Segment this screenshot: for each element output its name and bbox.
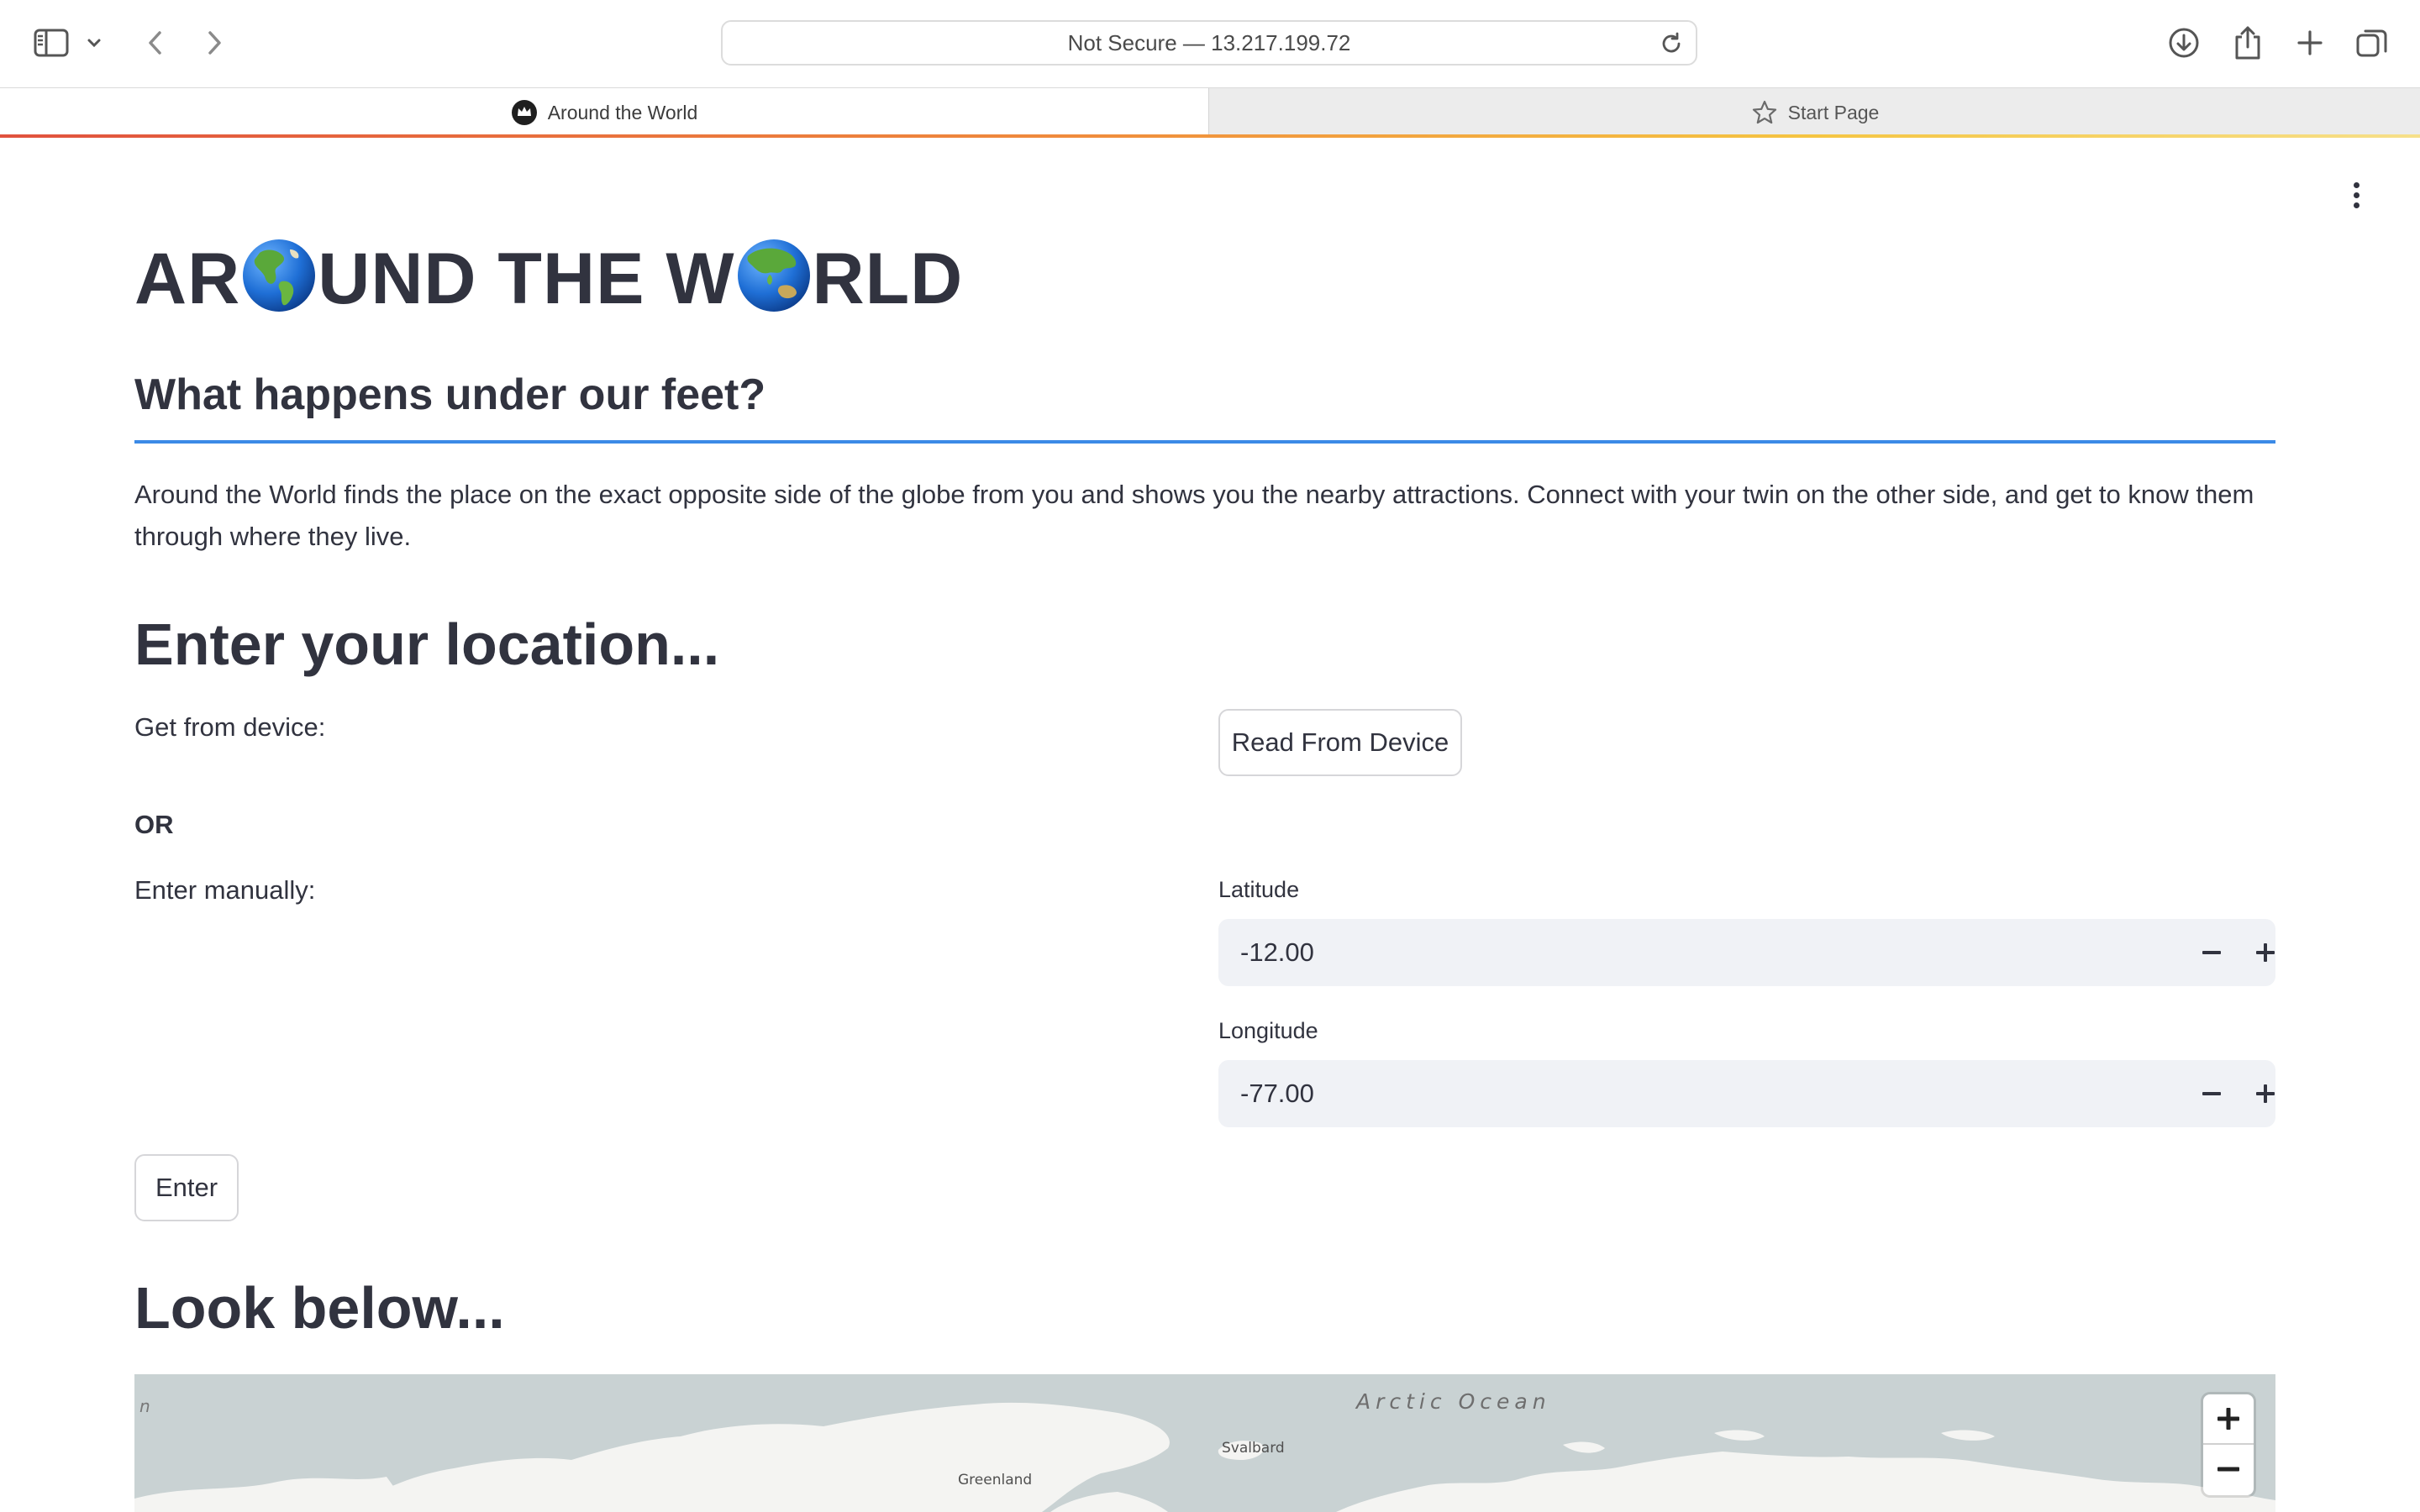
streamlit-crown-icon [511,99,538,126]
manual-label: Enter manually: [134,875,316,905]
download-icon[interactable] [2163,22,2205,64]
map-view[interactable]: n Arctic Ocean Svalbard Greenland [134,1374,2275,1512]
subtitle-divider [134,440,2275,444]
tab-gradient-rule [0,134,2420,138]
globe-asia-australia-icon [737,239,810,312]
address-bar[interactable]: Not Secure — 13.217.199.72 [721,20,1697,66]
longitude-field [1218,1060,2275,1127]
longitude-decrement-button[interactable] [2190,1072,2233,1116]
title-part: UND THE W [318,239,735,319]
forward-arrow-icon[interactable] [193,22,235,64]
longitude-increment-button[interactable] [2244,1072,2287,1116]
map-label-svalbard: Svalbard [1222,1440,1285,1457]
page-title: AR UND THE W RLD [134,237,963,321]
reload-icon[interactable] [1659,31,1684,60]
map-land-shapes [134,1402,2275,1512]
latitude-increment-button[interactable] [2244,931,2287,974]
or-label: OR [134,810,174,839]
latitude-field [1218,919,2275,986]
read-from-device-button[interactable]: Read From Device [1218,709,1462,776]
zoom-out-minus-icon [2217,1467,2239,1472]
latitude-decrement-button[interactable] [2190,931,2233,974]
star-icon [1751,99,1778,126]
sidebar-toggle-icon[interactable] [30,22,72,64]
chevron-down-icon[interactable] [77,22,111,64]
share-icon[interactable] [2227,22,2269,64]
tab-around-the-world[interactable]: Around the World [0,88,1208,137]
url-text: Not Secure — 13.217.199.72 [1067,30,1351,55]
enter-button[interactable]: Enter [134,1154,239,1221]
tab-label: Around the World [547,101,698,123]
latitude-label: Latitude [1218,877,1300,902]
latitude-input[interactable] [1240,919,1996,986]
longitude-input[interactable] [1240,1060,1996,1127]
globe-americas-icon [243,239,316,312]
map-label-arctic-ocean: Arctic Ocean [1356,1389,1551,1414]
title-part: RLD [812,239,964,319]
zoom-out-button[interactable] [2203,1445,2254,1494]
zoom-in-plus-icon [2217,1408,2239,1430]
zoom-in-button[interactable] [2203,1394,2254,1443]
back-arrow-icon[interactable] [134,22,176,64]
intro-paragraph: Around the World finds the place on the … [134,480,2254,551]
map-zoom-control [2203,1394,2254,1495]
longitude-label: Longitude [1218,1018,1318,1043]
tab-start-page[interactable]: Start Page [1208,88,2420,137]
browser-toolbar: Not Secure — 13.217.199.72 [0,0,2420,87]
new-tab-plus-icon[interactable] [2289,22,2331,64]
map-edge-label: n [139,1396,150,1416]
device-label: Get from device: [134,712,326,742]
location-heading: Enter your location... [134,612,720,677]
main-menu-kebab-icon[interactable] [2344,178,2368,212]
look-below-heading: Look below... [134,1275,505,1341]
subtitle: What happens under our feet? [134,370,766,419]
tab-label: Start Page [1787,101,1880,123]
map-label-greenland: Greenland [958,1472,1033,1488]
title-part: AR [134,239,241,319]
tab-overview-icon[interactable] [2351,22,2393,64]
tab-strip: Around the World Start Page [0,87,2420,137]
